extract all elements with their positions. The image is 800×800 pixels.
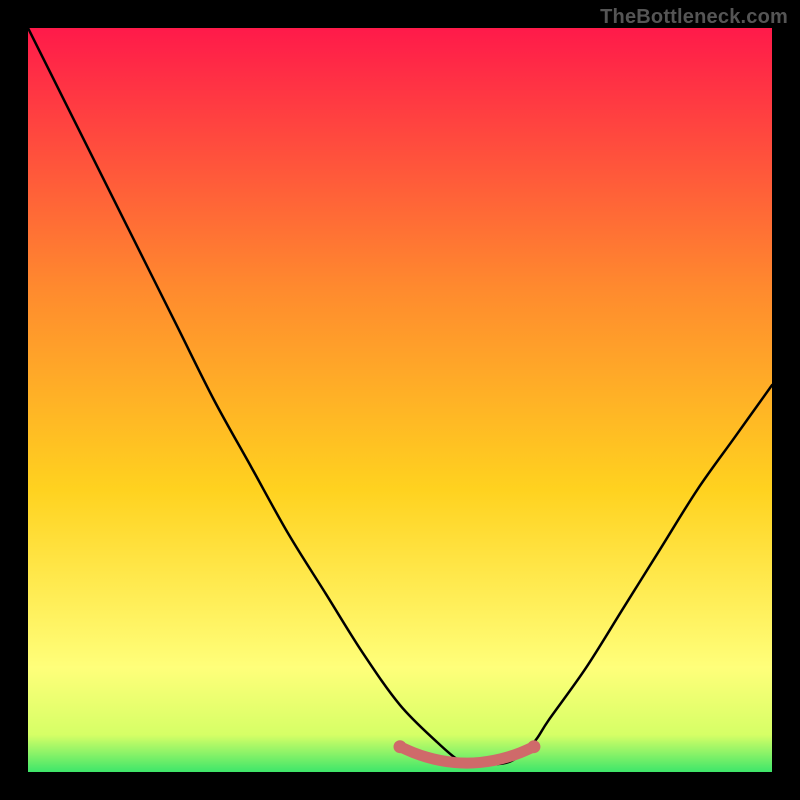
gradient-background (28, 28, 772, 772)
chart-frame: TheBottleneck.com (0, 0, 800, 800)
chart-svg (28, 28, 772, 772)
highlight-endpoint (527, 740, 540, 753)
plot-area (28, 28, 772, 772)
watermark-text: TheBottleneck.com (600, 6, 788, 29)
highlight-endpoint (394, 740, 407, 753)
